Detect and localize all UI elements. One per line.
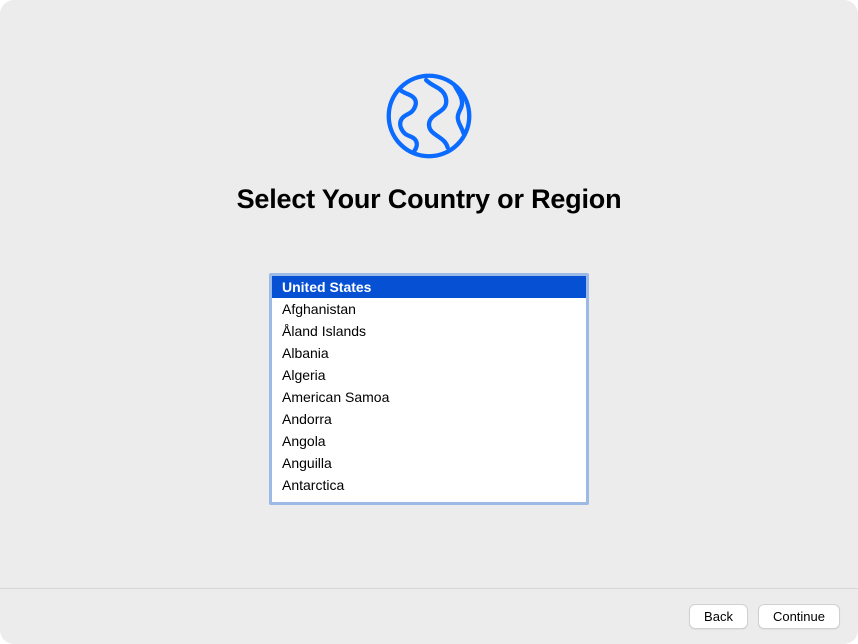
list-item[interactable]: Andorra [272,408,586,430]
globe-icon [383,70,475,162]
list-item[interactable]: American Samoa [272,386,586,408]
country-list[interactable]: United StatesAfghanistanÅland IslandsAlb… [269,273,589,505]
list-item[interactable]: Antarctica [272,474,586,496]
list-item[interactable]: Antigua & Barbuda [272,496,586,505]
main-content: Select Your Country or Region United Sta… [0,0,858,588]
setup-window: Select Your Country or Region United Sta… [0,0,858,644]
list-item[interactable]: Anguilla [272,452,586,474]
page-title: Select Your Country or Region [237,184,622,215]
list-item[interactable]: United States [272,276,586,298]
list-item[interactable]: Afghanistan [272,298,586,320]
list-item[interactable]: Albania [272,342,586,364]
list-item[interactable]: Angola [272,430,586,452]
list-item[interactable]: Algeria [272,364,586,386]
continue-button[interactable]: Continue [758,604,840,629]
footer-toolbar: Back Continue [0,588,858,644]
list-item[interactable]: Åland Islands [272,320,586,342]
back-button[interactable]: Back [689,604,748,629]
